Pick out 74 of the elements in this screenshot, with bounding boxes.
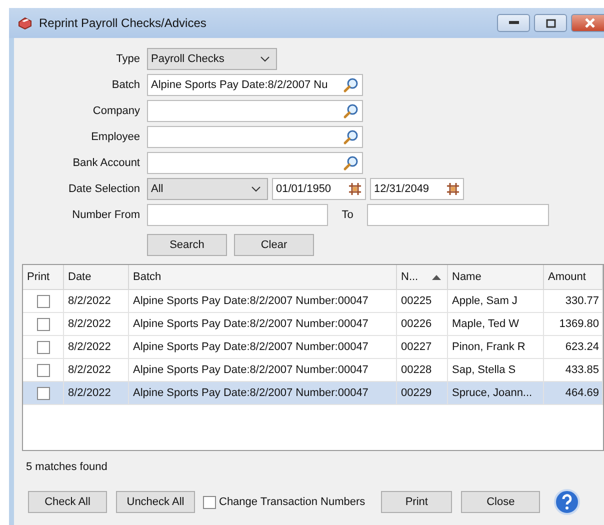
table-cell: 623.24 [544, 336, 603, 359]
table-cell: Alpine Sports Pay Date:8/2/2007 Number:00047 [129, 382, 397, 405]
column-header[interactable]: N... [397, 265, 448, 290]
date-field[interactable]: 12/31/2049 [370, 178, 464, 200]
checkbox[interactable] [203, 496, 216, 508]
table-cell: Alpine Sports Pay Date:8/2/2007 Number:00047 [129, 336, 397, 359]
print-checkbox[interactable] [37, 340, 50, 354]
close-button[interactable] [571, 14, 604, 32]
print-button[interactable]: Print [381, 491, 452, 513]
field-label: Company [92, 105, 140, 117]
close-button[interactable]: Close [461, 491, 540, 513]
lookup-field[interactable] [147, 100, 363, 122]
column-header[interactable]: Amount [544, 265, 603, 290]
check-all-button[interactable]: Check All [28, 491, 107, 513]
search-icon[interactable] [343, 155, 359, 171]
number-from-field[interactable] [147, 204, 328, 226]
field-label: Date Selection [67, 183, 140, 195]
search-button[interactable]: Search [147, 234, 227, 256]
table-cell: 8/2/2022 [64, 382, 129, 405]
clear-button[interactable]: Clear [234, 234, 314, 256]
field-label: Employee [90, 131, 140, 143]
lookup-field[interactable]: Alpine Sports Pay Date:8/2/2007 Nu [147, 74, 363, 96]
search-icon[interactable] [343, 103, 359, 119]
search-icon[interactable] [343, 129, 359, 145]
table-cell: 00225 [397, 290, 448, 313]
date-selection-dropdown[interactable]: All [147, 178, 268, 200]
column-header[interactable]: Print [23, 265, 64, 290]
calendar-icon[interactable] [446, 182, 460, 196]
field-label: Bank Account [72, 157, 140, 169]
lookup-field[interactable] [147, 126, 363, 148]
window-title: Reprint Payroll Checks/Advices [39, 16, 206, 30]
column-header[interactable]: Name [448, 265, 544, 290]
table-cell: Maple, Ted W [448, 313, 544, 336]
table-cell: 8/2/2022 [64, 313, 129, 336]
lookup-field[interactable] [147, 152, 363, 174]
field-label: To [340, 209, 354, 221]
table-cell: Pinon, Frank R [448, 336, 544, 359]
table-cell: 1369.80 [544, 313, 603, 336]
field-label: Batch [110, 79, 140, 91]
minimize-icon [508, 21, 518, 25]
date-field[interactable]: 01/01/1950 [272, 178, 366, 200]
table-cell: 00226 [397, 313, 448, 336]
table-cell: Spruce, Joann... [448, 382, 544, 405]
table-cell: Alpine Sports Pay Date:8/2/2007 Number:00047 [129, 290, 397, 313]
close-icon [585, 18, 595, 28]
column-header[interactable]: Date [64, 265, 129, 290]
help-icon[interactable] [554, 489, 580, 515]
maximize-button[interactable] [534, 14, 567, 32]
table-cell: 8/2/2022 [64, 336, 129, 359]
field-label: Type [115, 53, 140, 65]
table-cell: 330.77 [544, 290, 603, 313]
print-checkbox[interactable] [37, 386, 50, 400]
print-checkbox[interactable] [37, 294, 50, 308]
table-cell: 8/2/2022 [64, 290, 129, 313]
print-checkbox[interactable] [37, 364, 50, 376]
maximize-icon [546, 18, 556, 28]
field-label: Number From [71, 209, 140, 221]
status-text: 5 matches found [26, 461, 108, 473]
print-checkbox[interactable] [37, 318, 50, 330]
number-to-field[interactable] [367, 204, 549, 226]
search-icon[interactable] [343, 77, 359, 93]
column-header[interactable]: Batch [129, 265, 397, 290]
minimize-button[interactable] [497, 14, 530, 32]
table-cell: 00227 [397, 336, 448, 359]
calendar-icon[interactable] [348, 182, 362, 196]
table-cell: 00229 [397, 382, 448, 405]
table-cell: Alpine Sports Pay Date:8/2/2007 Number:00047 [129, 313, 397, 336]
type-dropdown[interactable]: Payroll Checks [147, 48, 277, 70]
uncheck-all-button[interactable]: Uncheck All [116, 491, 195, 513]
chevron-icon [251, 186, 261, 192]
table-cell: Apple, Sam J [448, 290, 544, 313]
chevron-icon [260, 56, 270, 62]
table-cell: 464.69 [544, 382, 603, 405]
checkbox-label: Change Transaction Numbers [219, 496, 366, 508]
